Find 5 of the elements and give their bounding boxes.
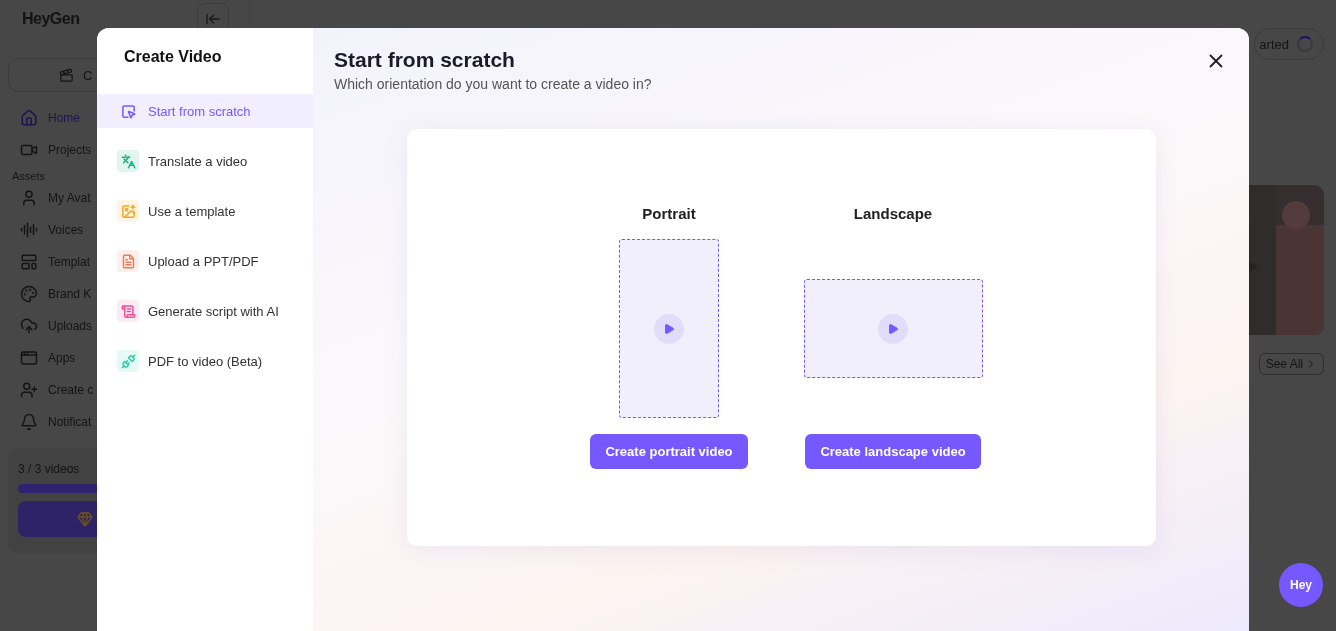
section-subtitle: Which orientation do you want to create a video in?: [334, 76, 652, 92]
orientation-title: Portrait: [642, 205, 696, 222]
dialog-title: Create Video: [123, 47, 223, 67]
orientation-title: Landscape: [853, 205, 933, 222]
section-heading: Start from scratch: [334, 48, 515, 72]
